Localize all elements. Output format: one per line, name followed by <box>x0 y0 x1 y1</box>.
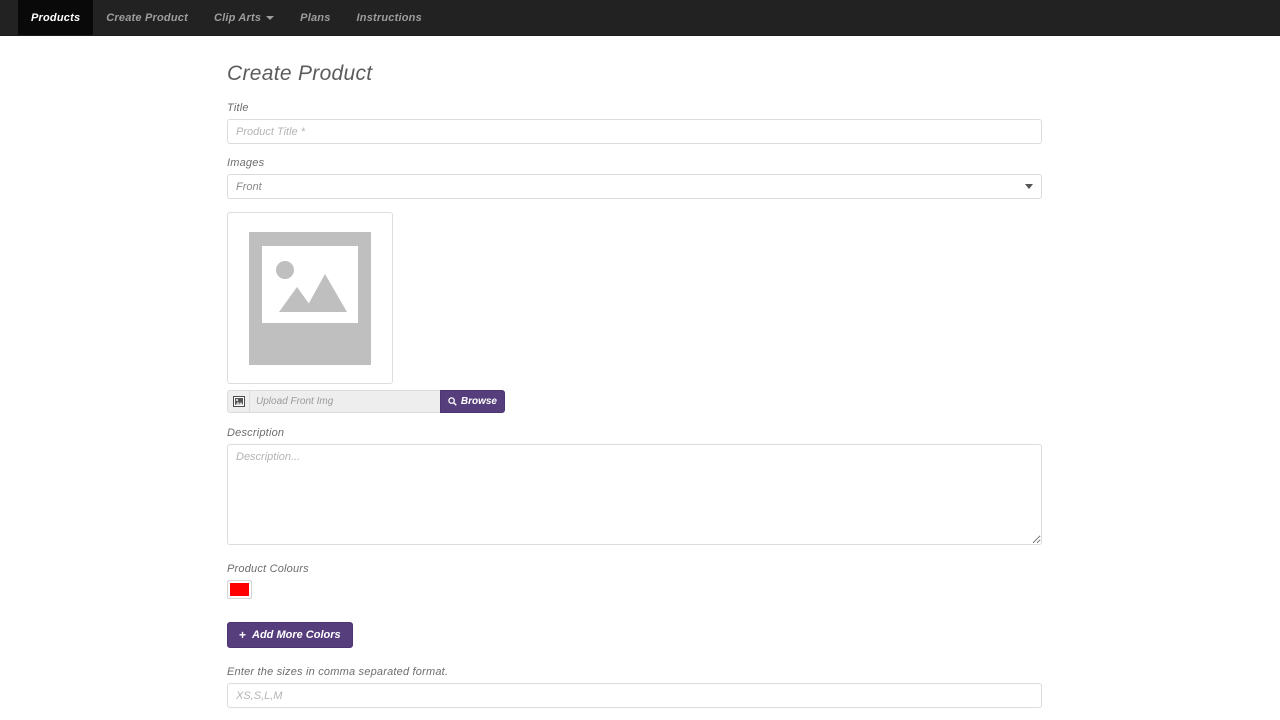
product-title-input[interactable] <box>227 119 1042 144</box>
upload-front-image-input[interactable] <box>249 390 440 413</box>
browse-button[interactable]: Browse <box>440 390 505 413</box>
chevron-down-icon <box>266 16 274 20</box>
add-more-colors-button[interactable]: + Add More Colors <box>227 622 353 648</box>
add-colors-row: + Add More Colors <box>227 622 1042 648</box>
image-preview-thumbnail[interactable] <box>227 212 393 384</box>
label-description: Description <box>227 427 1042 439</box>
color-swatch-picker[interactable] <box>227 580 252 599</box>
nav-item-clip-arts[interactable]: Clip Arts <box>201 0 287 35</box>
field-group-title: Title <box>227 102 1042 144</box>
plus-icon: + <box>239 629 246 641</box>
sizes-input[interactable] <box>227 683 1042 708</box>
add-more-colors-label: Add More Colors <box>252 629 341 641</box>
create-product-form: Create Product Title Images Front <box>227 36 1042 720</box>
label-title: Title <box>227 102 1042 114</box>
nav-item-instructions[interactable]: Instructions <box>344 0 435 35</box>
browse-button-label: Browse <box>461 396 497 407</box>
field-group-product-colours: Product Colours <box>227 563 1042 599</box>
nav-label-products: Products <box>31 12 80 24</box>
picture-icon <box>233 396 245 407</box>
label-images: Images <box>227 157 1042 169</box>
nav-label-instructions: Instructions <box>357 12 422 24</box>
nav-item-products[interactable]: Products <box>18 0 93 35</box>
upload-front-image-group: Browse <box>227 390 505 413</box>
main-navbar: Products Create Product Clip Arts Plans … <box>0 0 1280 36</box>
label-sizes: Enter the sizes in comma separated forma… <box>227 666 1042 678</box>
nav-label-create-product: Create Product <box>106 12 188 24</box>
color-swatch-fill <box>230 583 249 596</box>
nav-label-plans: Plans <box>300 12 330 24</box>
field-group-sizes: Enter the sizes in comma separated forma… <box>227 666 1042 708</box>
field-group-description: Description <box>227 427 1042 550</box>
nav-label-clip-arts: Clip Arts <box>214 12 261 24</box>
images-select[interactable]: Front <box>227 174 1042 199</box>
nav-item-create-product[interactable]: Create Product <box>93 0 201 35</box>
page-title: Create Product <box>227 62 1042 86</box>
field-group-images: Images Front <box>227 157 1042 199</box>
image-placeholder-icon <box>249 232 371 365</box>
chevron-down-icon <box>1025 184 1033 189</box>
images-select-wrapper: Front <box>227 174 1042 199</box>
description-textarea[interactable] <box>227 444 1042 545</box>
images-select-value: Front <box>236 181 262 193</box>
search-icon <box>448 397 457 406</box>
nav-item-plans[interactable]: Plans <box>287 0 343 35</box>
upload-addon <box>227 390 249 413</box>
label-product-colours: Product Colours <box>227 563 1042 575</box>
